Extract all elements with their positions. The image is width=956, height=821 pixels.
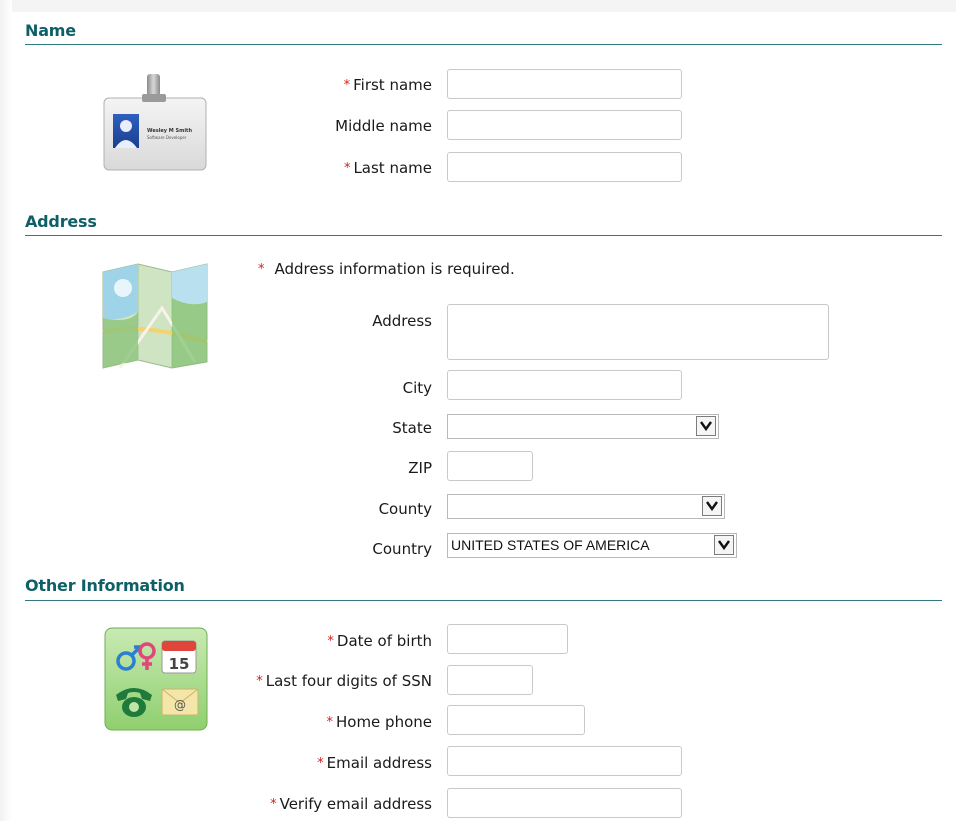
city-input[interactable]	[447, 370, 682, 400]
middle-name-label: Middle name	[335, 117, 432, 135]
calendar-day: 15	[169, 655, 190, 673]
county-select[interactable]	[447, 494, 725, 519]
verify-email-label: * Verify email address	[270, 795, 432, 813]
ssn-label: * Last four digits of SSN	[256, 672, 432, 690]
section-title-name: Name	[25, 21, 76, 40]
state-select[interactable]	[447, 414, 719, 439]
dob-label: * Date of birth	[327, 632, 432, 650]
required-marker: *	[256, 674, 263, 689]
dropdown-arrow-icon[interactable]	[702, 496, 722, 516]
country-label: Country	[372, 540, 432, 558]
middle-name-input[interactable]	[447, 110, 682, 140]
email-label: * Email address	[317, 754, 432, 772]
badge-person-name: Wesley M Smith	[147, 128, 192, 134]
required-marker: *	[327, 634, 334, 649]
zip-label: ZIP	[408, 459, 432, 477]
ssn-last-four-input[interactable]	[447, 665, 533, 695]
home-phone-input[interactable]	[447, 705, 585, 735]
country-select[interactable]: UNITED STATES OF AMERICA	[447, 533, 737, 558]
required-marker: *	[343, 78, 351, 93]
required-marker: *	[326, 715, 333, 730]
required-marker: *	[317, 756, 324, 771]
section-title-address: Address	[25, 212, 97, 231]
badge-person-title: Software Developer	[147, 135, 187, 140]
contact-info-icon: 15 @	[104, 627, 208, 735]
dropdown-arrow-icon[interactable]	[714, 535, 734, 555]
required-marker: *	[343, 161, 351, 176]
required-marker: *	[258, 262, 265, 277]
section-rule-other	[25, 600, 942, 601]
last-name-label: * Last name	[343, 159, 432, 177]
county-label: County	[378, 500, 432, 518]
dob-input[interactable]	[447, 624, 568, 654]
section-rule-address	[25, 235, 942, 236]
first-name-label: * First name	[343, 76, 432, 94]
first-name-input[interactable]	[447, 69, 682, 99]
state-label: State	[392, 419, 432, 437]
last-name-input[interactable]	[447, 152, 682, 182]
email-input[interactable]	[447, 746, 682, 776]
zip-input[interactable]	[447, 451, 533, 481]
map-icon	[100, 262, 210, 374]
required-marker: *	[270, 797, 277, 812]
top-strip	[0, 0, 956, 12]
verify-email-input[interactable]	[447, 788, 682, 818]
svg-text:@: @	[174, 698, 186, 712]
address-label: Address	[372, 312, 432, 330]
city-label: City	[402, 379, 432, 397]
home-phone-label: * Home phone	[326, 713, 432, 731]
section-rule-name	[25, 44, 942, 45]
address-textarea[interactable]	[447, 304, 829, 360]
dropdown-arrow-icon[interactable]	[696, 416, 716, 436]
left-edge-shadow	[0, 0, 12, 821]
address-required-note: * Address information is required.	[258, 260, 515, 278]
section-title-other: Other Information	[25, 576, 185, 595]
country-select-value: UNITED STATES OF AMERICA	[451, 537, 650, 553]
id-badge-icon: Wesley M Smith Software Developer	[100, 72, 210, 178]
